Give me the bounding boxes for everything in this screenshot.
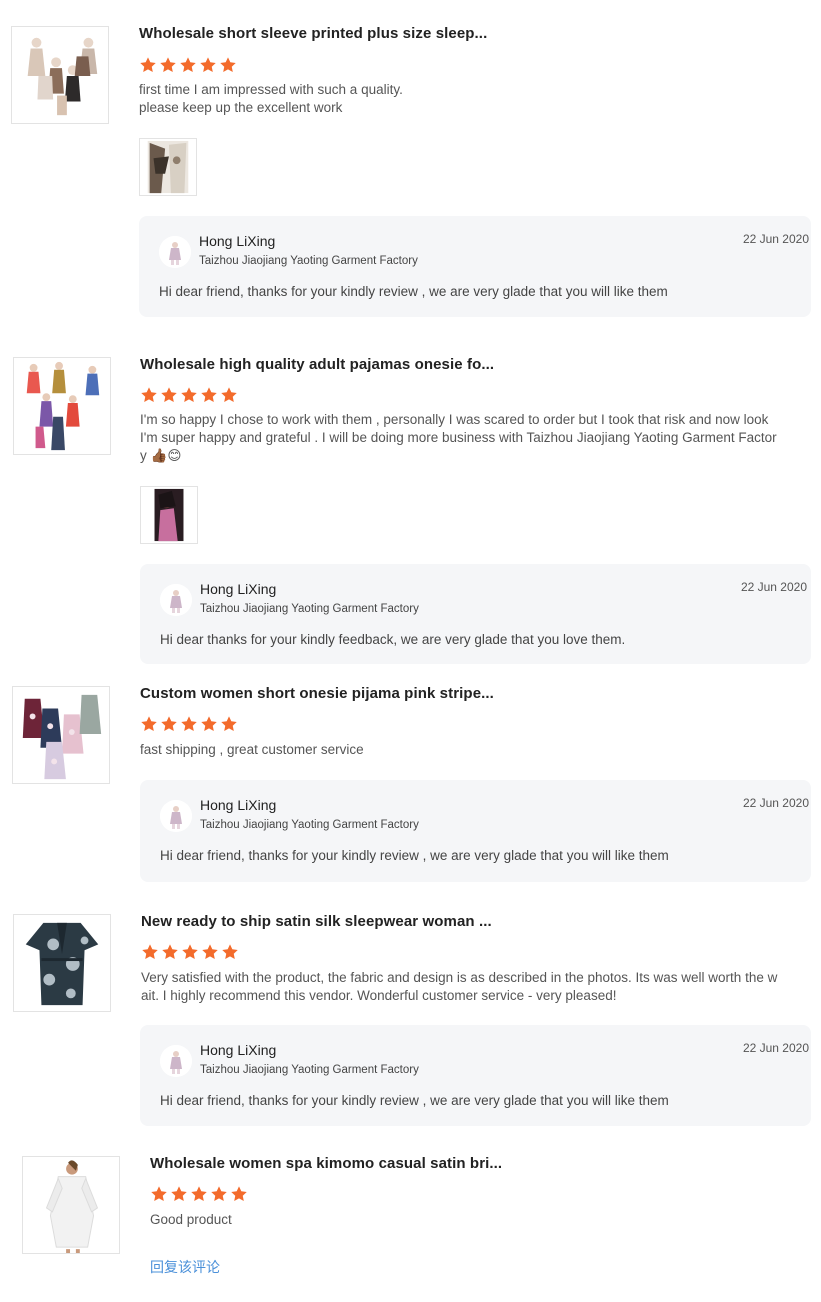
star-icon bbox=[201, 943, 219, 961]
review-text: fast shipping , great customer service bbox=[140, 742, 364, 757]
star-icon bbox=[140, 715, 158, 733]
product-title[interactable]: Custom women short onesie pijama pink st… bbox=[140, 685, 494, 702]
star-icon bbox=[181, 943, 199, 961]
star-icon bbox=[161, 943, 179, 961]
star-icon bbox=[160, 715, 178, 733]
rating-stars bbox=[141, 943, 239, 961]
seller-reply: Hong LiXing Taizhou Jiaojiang Yaoting Ga… bbox=[140, 564, 811, 664]
emoji-icons: 👍🏾😊 bbox=[150, 448, 182, 464]
reply-to-review-link[interactable]: 回复该评论 bbox=[150, 1257, 220, 1277]
review-text: I'm so happy I chose to work with them ,… bbox=[140, 411, 810, 465]
star-icon bbox=[220, 715, 238, 733]
star-icon bbox=[150, 1185, 168, 1203]
seller-avatar bbox=[160, 584, 192, 616]
review-text-content: I'm so happy I chose to work with them ,… bbox=[140, 412, 777, 463]
star-icon bbox=[210, 1185, 228, 1203]
seller-avatar bbox=[160, 800, 192, 832]
rating-stars bbox=[150, 1185, 248, 1203]
star-icon bbox=[190, 1185, 208, 1203]
review-photo[interactable] bbox=[139, 138, 197, 196]
star-icon bbox=[180, 386, 198, 404]
seller-company: Taizhou Jiaojiang Yaoting Garment Factor… bbox=[200, 819, 419, 831]
seller-name: Hong LiXing bbox=[200, 581, 277, 597]
star-icon bbox=[170, 1185, 188, 1203]
star-icon bbox=[221, 943, 239, 961]
star-icon bbox=[159, 56, 177, 74]
product-thumbnail[interactable] bbox=[13, 357, 111, 455]
reply-text: Hi dear thanks for your kindly feedback,… bbox=[160, 632, 626, 647]
reply-text: Hi dear friend, thanks for your kindly r… bbox=[160, 848, 669, 863]
star-icon bbox=[200, 715, 218, 733]
star-icon bbox=[220, 386, 238, 404]
product-thumbnail[interactable] bbox=[22, 1156, 120, 1254]
seller-reply: Hong LiXing Taizhou Jiaojiang Yaoting Ga… bbox=[140, 1025, 811, 1126]
seller-reply: Hong LiXing Taizhou Jiaojiang Yaoting Ga… bbox=[140, 780, 811, 882]
star-icon bbox=[180, 715, 198, 733]
reply-date: 22 Jun 2020 bbox=[742, 1041, 809, 1055]
seller-avatar bbox=[159, 236, 191, 268]
seller-reply: Hong LiXing Taizhou Jiaojiang Yaoting Ga… bbox=[139, 216, 811, 317]
reply-date: 22 Jun 2020 bbox=[742, 232, 809, 246]
star-icon bbox=[199, 56, 217, 74]
rating-stars bbox=[140, 386, 238, 404]
review-photo[interactable] bbox=[140, 486, 198, 544]
review-text: first time I am impressed with such a qu… bbox=[139, 82, 403, 115]
seller-name: Hong LiXing bbox=[200, 797, 277, 813]
star-icon bbox=[139, 56, 157, 74]
reply-date: 22 Jun 2020 bbox=[742, 796, 809, 810]
review-text: Good product bbox=[150, 1212, 232, 1227]
star-icon bbox=[230, 1185, 248, 1203]
reply-date: 22 Jun 2020 bbox=[740, 580, 807, 594]
product-thumbnail[interactable] bbox=[13, 914, 111, 1012]
product-thumbnail[interactable] bbox=[12, 686, 110, 784]
star-icon bbox=[219, 56, 237, 74]
seller-company: Taizhou Jiaojiang Yaoting Garment Factor… bbox=[200, 603, 419, 615]
product-title[interactable]: Wholesale short sleeve printed plus size… bbox=[139, 25, 487, 42]
review-text: Very satisfied with the product, the fab… bbox=[141, 970, 778, 1003]
seller-company: Taizhou Jiaojiang Yaoting Garment Factor… bbox=[200, 1064, 419, 1076]
reply-text: Hi dear friend, thanks for your kindly r… bbox=[159, 284, 668, 299]
seller-name: Hong LiXing bbox=[200, 1042, 277, 1058]
star-icon bbox=[140, 386, 158, 404]
product-thumbnail[interactable] bbox=[11, 26, 109, 124]
rating-stars bbox=[140, 715, 238, 733]
star-icon bbox=[179, 56, 197, 74]
rating-stars bbox=[139, 56, 237, 74]
seller-name: Hong LiXing bbox=[199, 233, 276, 249]
product-title[interactable]: New ready to ship satin silk sleepwear w… bbox=[141, 913, 492, 930]
seller-company: Taizhou Jiaojiang Yaoting Garment Factor… bbox=[199, 255, 418, 267]
product-title[interactable]: Wholesale women spa kimomo casual satin … bbox=[150, 1155, 502, 1172]
star-icon bbox=[200, 386, 218, 404]
seller-avatar bbox=[160, 1045, 192, 1077]
reply-text: Hi dear friend, thanks for your kindly r… bbox=[160, 1093, 669, 1108]
product-title[interactable]: Wholesale high quality adult pajamas one… bbox=[140, 356, 494, 373]
star-icon bbox=[141, 943, 159, 961]
star-icon bbox=[160, 386, 178, 404]
